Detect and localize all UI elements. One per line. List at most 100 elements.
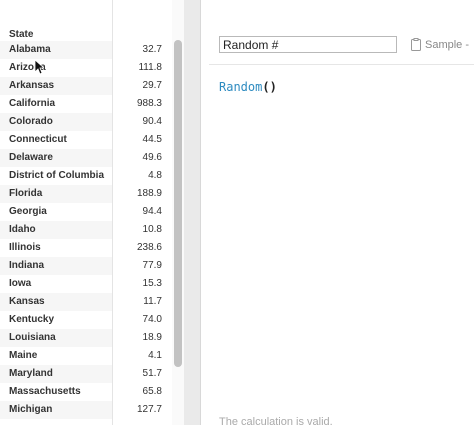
data-table-panel: State Alabama 32.7 Arizona 111.8 Arkansas 29.… [0, 0, 172, 425]
state-value: 74.0 [142, 314, 162, 325]
state-name: Illinois [9, 242, 41, 253]
state-name: Maine [9, 350, 38, 361]
state-name: Colorado [9, 116, 53, 127]
table-row[interactable]: Michigan 127.7 [0, 401, 168, 419]
state-name: Indiana [9, 260, 45, 271]
state-name: Kentucky [9, 314, 55, 325]
table-row[interactable]: Iowa 15.3 [0, 275, 168, 293]
state-cell: Alabama [0, 41, 112, 59]
state-cell: Delaware [0, 149, 112, 167]
state-cell: Iowa [0, 275, 112, 293]
table-row[interactable]: Arizona 111.8 [0, 59, 168, 77]
table-row[interactable]: Georgia 94.4 [0, 203, 168, 221]
state-cell: Florida [0, 185, 112, 203]
state-cell: Arkansas [0, 77, 112, 95]
state-cell: Connecticut [0, 131, 112, 149]
table-row[interactable]: Alabama 32.7 [0, 41, 168, 59]
table-row[interactable]: Florida 188.9 [0, 185, 168, 203]
state-value: 94.4 [142, 206, 162, 217]
state-value: 77.9 [142, 260, 162, 271]
state-value: 127.7 [136, 404, 162, 415]
state-name: Florida [9, 188, 43, 199]
table-row[interactable]: California 988.3 [0, 95, 168, 113]
state-name: Arkansas [9, 80, 55, 91]
state-name: Idaho [9, 224, 36, 235]
state-cell: Indiana [0, 257, 112, 275]
state-cell: Kentucky [0, 311, 112, 329]
state-name: District of Columbia [9, 170, 105, 181]
table-row[interactable]: Connecticut 44.5 [0, 131, 168, 149]
clipboard-icon [411, 38, 421, 51]
state-column-header[interactable]: State [9, 29, 33, 40]
state-cell: Maine [0, 347, 112, 365]
state-cell: Georgia [0, 203, 112, 221]
state-value: 90.4 [142, 116, 162, 127]
formula-function: Random [219, 80, 263, 94]
state-cell: Colorado [0, 113, 112, 131]
state-value: 4.1 [148, 350, 162, 361]
state-name: Georgia [9, 206, 47, 217]
formula-text[interactable]: Random() [219, 80, 277, 94]
table-row[interactable]: Maine 4.1 [0, 347, 168, 365]
table-row[interactable]: Delaware 49.6 [0, 149, 168, 167]
validation-status: The calculation is valid. [219, 416, 333, 428]
state-name: Massachusetts [9, 386, 81, 397]
state-value: 18.9 [142, 332, 162, 343]
state-name: Michigan [9, 404, 53, 415]
sample-dropdown[interactable]: Sample - [411, 36, 469, 53]
table-row[interactable]: District of Columbia 4.8 [0, 167, 168, 185]
state-name: Alabama [9, 44, 51, 55]
table-row[interactable]: Kansas 11.7 [0, 293, 168, 311]
state-value: 238.6 [136, 242, 162, 253]
table-header-row: State [0, 26, 172, 40]
state-value: 111.8 [138, 62, 162, 73]
state-value: 4.8 [148, 170, 162, 181]
state-cell: Louisiana [0, 329, 112, 347]
state-value: 32.7 [142, 44, 162, 55]
panel-gutter [184, 0, 200, 425]
table-row[interactable]: Louisiana 18.9 [0, 329, 168, 347]
state-value: 51.7 [142, 368, 162, 379]
state-value: 49.6 [142, 152, 162, 163]
calculation-editor: Sample - Random() The calculation is val… [200, 0, 474, 428]
state-name: Maryland [9, 368, 53, 379]
formula-parens: () [262, 80, 277, 94]
state-cell: Illinois [0, 239, 112, 257]
state-cell: Michigan [0, 401, 112, 419]
scrollbar-thumb[interactable] [174, 40, 182, 367]
state-cell: Arizona [0, 59, 112, 77]
editor-divider [209, 64, 474, 65]
state-value: 29.7 [142, 80, 162, 91]
table-row[interactable]: Illinois 238.6 [0, 239, 168, 257]
state-name: Connecticut [9, 134, 67, 145]
table-row[interactable]: Maryland 51.7 [0, 365, 168, 383]
state-name: Louisiana [9, 332, 56, 343]
state-cell: Idaho [0, 221, 112, 239]
state-name: Delaware [9, 152, 53, 163]
state-value: 11.7 [143, 296, 162, 307]
state-cell: Kansas [0, 293, 112, 311]
state-name: Kansas [9, 296, 45, 307]
table-row[interactable]: Arkansas 29.7 [0, 77, 168, 95]
state-value: 188.9 [136, 188, 162, 199]
state-cell: Massachusetts [0, 383, 112, 401]
state-cell: District of Columbia [0, 167, 112, 185]
table-row[interactable]: Indiana 77.9 [0, 257, 168, 275]
sample-dropdown-label: Sample - [425, 38, 470, 51]
state-value: 988.3 [136, 98, 162, 109]
state-value: 10.8 [142, 224, 162, 235]
state-cell: California [0, 95, 112, 113]
table-row[interactable]: Kentucky 74.0 [0, 311, 168, 329]
calculation-name-input[interactable] [219, 36, 397, 53]
state-name: Iowa [9, 278, 32, 289]
table-row[interactable]: Colorado 90.4 [0, 113, 168, 131]
table-rows: Alabama 32.7 Arizona 111.8 Arkansas 29.7 Calif… [0, 41, 168, 419]
mouse-cursor-icon [34, 59, 44, 75]
table-row[interactable]: Idaho 10.8 [0, 221, 168, 239]
table-row[interactable]: Massachusetts 65.8 [0, 383, 168, 401]
state-name: California [9, 98, 56, 109]
state-value: 44.5 [142, 134, 162, 145]
state-cell: Maryland [0, 365, 112, 383]
state-value: 15.3 [142, 278, 162, 289]
state-value: 65.8 [142, 386, 162, 397]
